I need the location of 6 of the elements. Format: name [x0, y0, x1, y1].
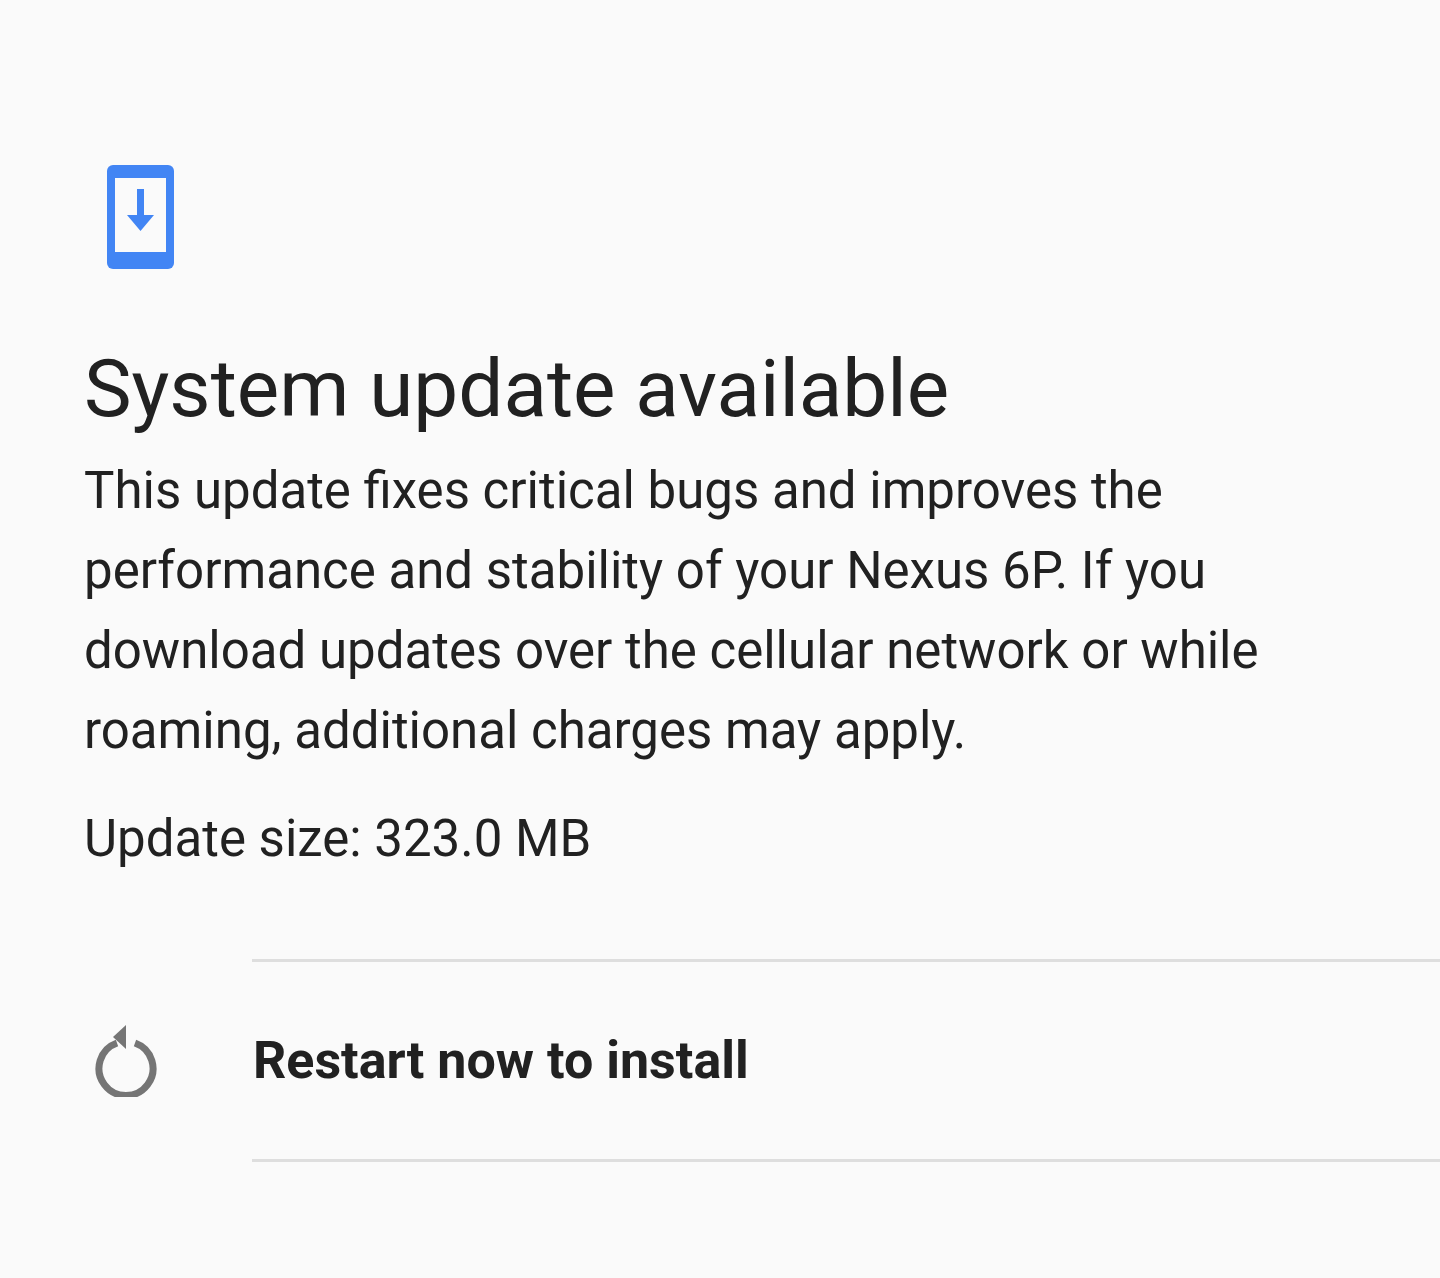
update-description: This update fixes critical bugs and improves the performance and stability of your Nexus 6P. If you download updates over the cellular network or while roaming, additional charges may apply. [84, 460, 1260, 762]
restart-button[interactable]: Restart now to install [253, 1020, 749, 1101]
restart-icon [93, 1024, 159, 1097]
update-size: Update size: 323.0 MB [84, 808, 592, 870]
phone-download-icon [107, 165, 174, 269]
page-title: System update available [84, 341, 950, 438]
